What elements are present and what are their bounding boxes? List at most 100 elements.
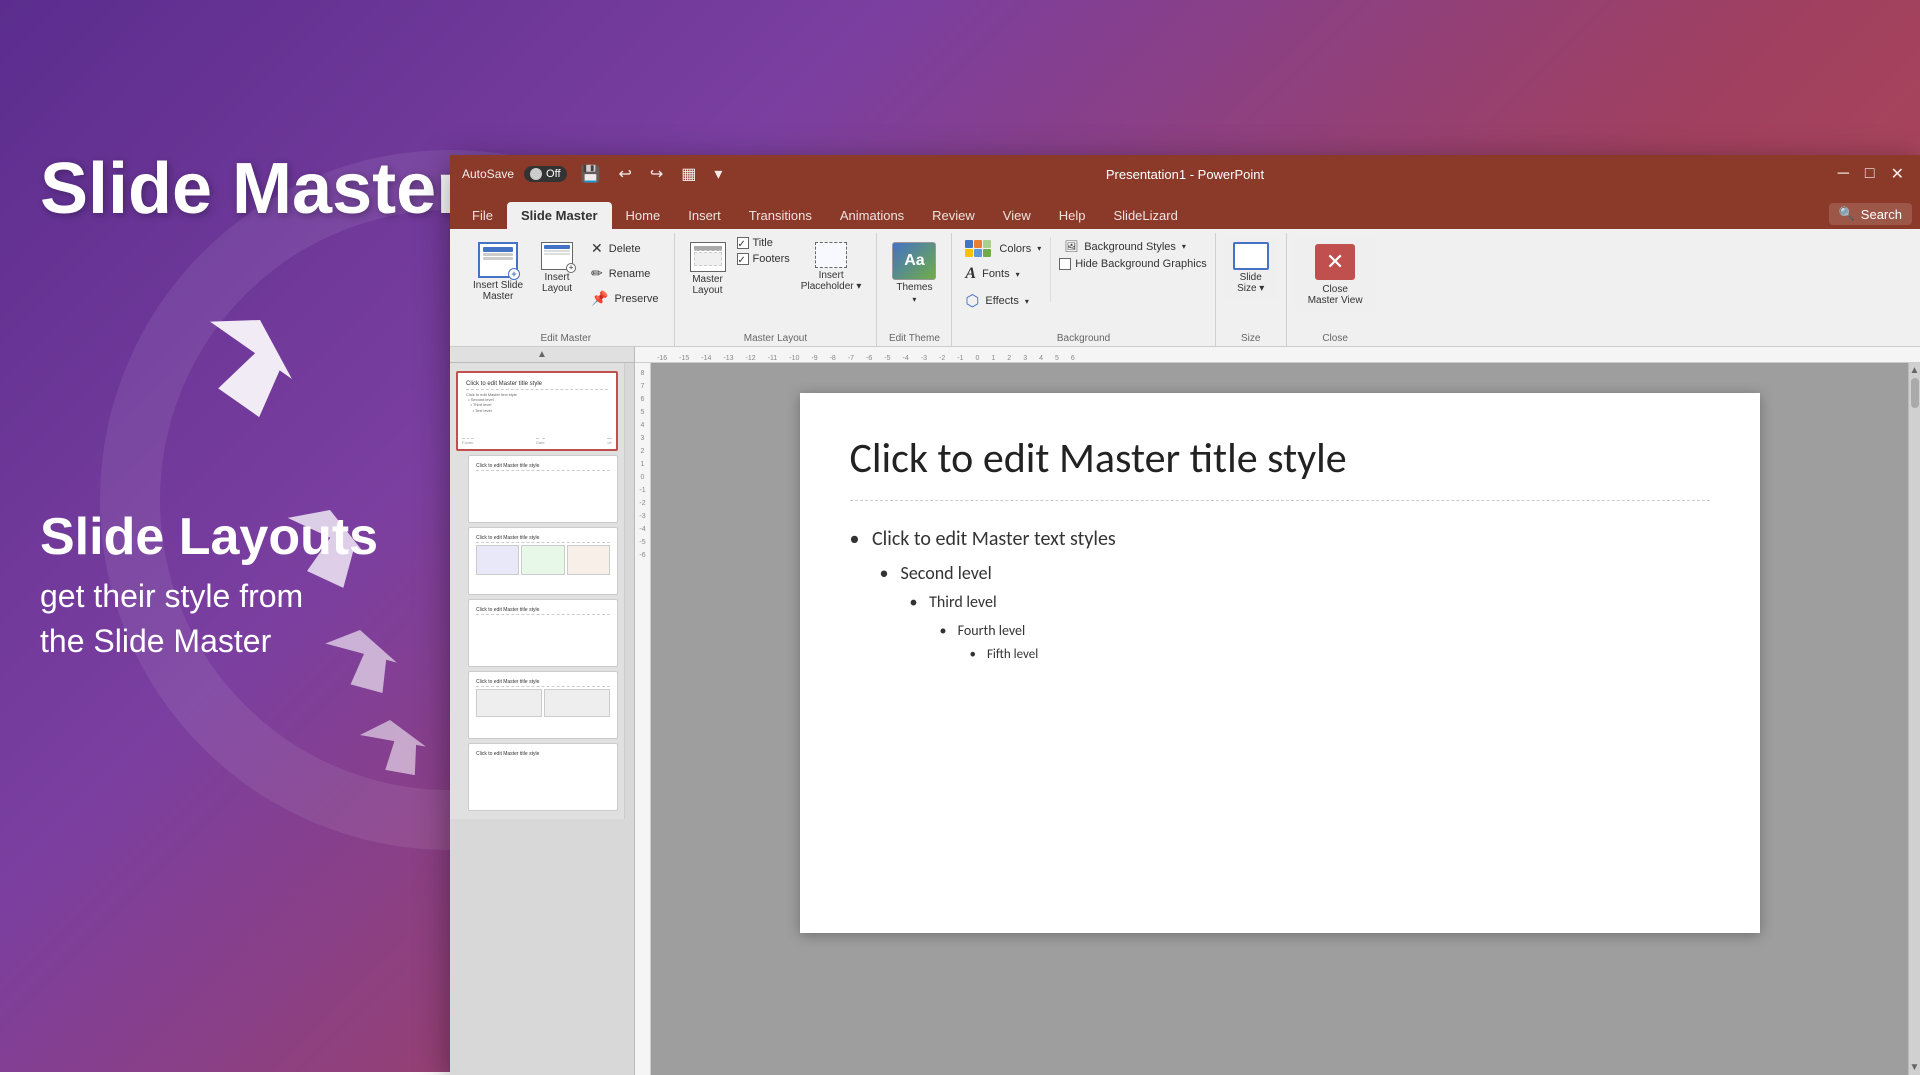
colors-button[interactable]: Colors ▾ <box>960 237 1046 260</box>
edit-master-content: + Insert SlideMaster + <box>466 237 666 342</box>
customize-button[interactable]: ▾ <box>710 162 726 186</box>
master-layout-content: MasterLayout ✓ Title ✓ Footers <box>683 237 869 342</box>
edit-master-group-label: Edit Master <box>458 333 674 344</box>
footers-checkbox[interactable]: ✓ Footers <box>737 253 790 265</box>
scroll-thumb[interactable] <box>1911 378 1919 408</box>
edit-master-group: + Insert SlideMaster + <box>458 233 675 346</box>
slide-thumb-6[interactable]: Click to edit Master title style <box>468 743 618 811</box>
slide-thumb-inner-2: Click to edit Master title style <box>473 460 613 518</box>
tab-review-label: Review <box>932 208 975 223</box>
color-swatch-2 <box>974 240 982 248</box>
insert-layout-button[interactable]: + InsertLayout <box>534 237 580 299</box>
body-item-4: Fourth level <box>850 618 1710 643</box>
edit-theme-group-label: Edit Theme <box>877 333 951 344</box>
title-checkbox[interactable]: ✓ Title <box>737 237 790 249</box>
tab-home[interactable]: Home <box>612 202 675 229</box>
slide-thumb-2[interactable]: Click to edit Master title style <box>468 455 618 523</box>
undo-button[interactable]: ↩ <box>614 162 635 186</box>
vertical-ruler: 8 7 6 5 4 3 2 1 0 -1 -2 -3 -4 -5 -6 <box>635 363 651 1075</box>
insert-slide-master-icon: + <box>478 242 518 278</box>
present-button[interactable]: ▦ <box>677 162 700 186</box>
master-layout-label: MasterLayout <box>692 274 723 296</box>
slide-thumb-3[interactable]: Click to edit Master title style <box>468 527 618 595</box>
close-master-view-button[interactable]: ✕ CloseMaster View <box>1295 237 1376 313</box>
scroll-down-arrow[interactable]: ▼ <box>1910 1062 1920 1073</box>
delete-icon: ✕ <box>591 240 603 257</box>
tab-transitions[interactable]: Transitions <box>735 202 826 229</box>
tab-file[interactable]: File <box>458 202 507 229</box>
hide-bg-graphics-label: Hide Background Graphics <box>1075 258 1206 270</box>
background-styles-button[interactable]: 🖼 Background Styles ▾ <box>1059 237 1206 256</box>
tab-home-label: Home <box>626 208 661 223</box>
tab-animations[interactable]: Animations <box>826 202 918 229</box>
redo-button[interactable]: ↪ <box>646 162 667 186</box>
slide-thumb-4[interactable]: Click to edit Master title style <box>468 599 618 667</box>
tab-insert[interactable]: Insert <box>674 202 735 229</box>
desc-line1: get their style from <box>40 578 303 614</box>
autosave-toggle[interactable]: Off <box>524 166 566 182</box>
tab-view[interactable]: View <box>989 202 1045 229</box>
delete-button[interactable]: ✕ Delete <box>584 237 665 260</box>
ribbon-tabs: File Slide Master Home Insert Transition… <box>450 193 1920 229</box>
slide-layouts-subtitle: Slide Layouts <box>40 509 464 566</box>
tab-help[interactable]: Help <box>1045 202 1100 229</box>
color-swatch-5 <box>974 249 982 257</box>
insert-placeholder-button[interactable]: InsertPlaceholder ▾ <box>794 237 869 297</box>
maximize-button[interactable]: □ <box>1861 163 1879 185</box>
scroll-up-arrow[interactable]: ▲ <box>1910 365 1920 376</box>
insert-layout-label: InsertLayout <box>542 272 572 294</box>
tab-slide-master[interactable]: Slide Master <box>507 202 612 229</box>
slide-scroll-up[interactable]: ▲ <box>450 347 634 363</box>
insert-slide-master-button[interactable]: + Insert SlideMaster <box>466 237 530 307</box>
master-layout-button[interactable]: MasterLayout <box>683 237 733 301</box>
tab-help-label: Help <box>1059 208 1086 223</box>
tab-review[interactable]: Review <box>918 202 989 229</box>
slide-thumb-5[interactable]: Click to edit Master title style <box>468 671 618 739</box>
rename-button[interactable]: ✏ Rename <box>584 262 665 285</box>
tab-slidelizard-label: SlideLizard <box>1114 208 1178 223</box>
fonts-label: Fonts <box>982 268 1010 280</box>
body-item-3: Third level <box>850 589 1710 618</box>
slide-6-title: Click to edit Master title style <box>476 751 610 758</box>
master-layout-group: MasterLayout ✓ Title ✓ Footers <box>675 233 878 346</box>
minimize-button[interactable]: ─ <box>1834 163 1853 185</box>
master-layout-checks: ✓ Title ✓ Footers <box>737 237 790 279</box>
size-group: SlideSize ▾ Size <box>1216 233 1287 346</box>
themes-label: Themes <box>896 282 932 293</box>
size-content: SlideSize ▾ <box>1224 237 1278 342</box>
themes-button[interactable]: Aa Themes ▾ <box>885 237 943 309</box>
tab-slidelizard[interactable]: SlideLizard <box>1100 202 1192 229</box>
slide-thumb-1[interactable]: Click to edit Master title style Click t… <box>456 371 618 451</box>
slide-5-col2 <box>544 689 610 717</box>
preserve-button[interactable]: 📌 Preserve <box>584 287 665 310</box>
colors-label: Colors <box>999 243 1031 255</box>
hide-bg-graphics-checkbox[interactable]: Hide Background Graphics <box>1059 258 1206 270</box>
preserve-label: Preserve <box>614 293 658 305</box>
tab-file-label: File <box>472 208 493 223</box>
footers-checkbox-box: ✓ <box>737 253 749 265</box>
slide-body-area[interactable]: Click to edit Master text styles Second … <box>850 521 1710 667</box>
color-swatch-6 <box>983 249 991 257</box>
tab-view-label: View <box>1003 208 1031 223</box>
slide-title-area[interactable]: Click to edit Master title style <box>850 433 1710 501</box>
search-box[interactable]: 🔍 Search <box>1829 203 1912 225</box>
effects-button[interactable]: ⬡ Effects ▾ <box>960 288 1046 314</box>
close-master-icon: ✕ <box>1315 244 1355 280</box>
themes-dropdown-arrow: ▾ <box>912 295 916 304</box>
colors-arrow: ▾ <box>1037 244 1041 253</box>
edit-theme-group: Aa Themes ▾ Edit Theme <box>877 233 952 346</box>
slide-size-button[interactable]: SlideSize ▾ <box>1224 237 1278 299</box>
effects-label: Effects <box>985 295 1018 307</box>
vertical-scrollbar[interactable]: ▲ ▼ <box>1908 363 1920 1075</box>
slide-panel-container: ▲ 1 Click to edit Master title style Cli… <box>450 347 635 1075</box>
slide-canvas[interactable]: Click to edit Master title style Click t… <box>651 363 1908 1075</box>
save-button[interactable]: 💾 <box>577 162 605 186</box>
slide-main-title: Click to edit Master title style <box>850 433 1710 484</box>
slide-4-title: Click to edit Master title style <box>476 607 610 615</box>
fonts-button[interactable]: A Fonts ▾ <box>960 262 1046 286</box>
master-layout-icon <box>690 242 726 272</box>
close-window-button[interactable]: ✕ <box>1887 162 1908 186</box>
insert-placeholder-icon <box>815 242 847 268</box>
slide-5-title: Click to edit Master title style <box>476 679 610 687</box>
background-styles-icon: 🖼 <box>1064 240 1078 253</box>
